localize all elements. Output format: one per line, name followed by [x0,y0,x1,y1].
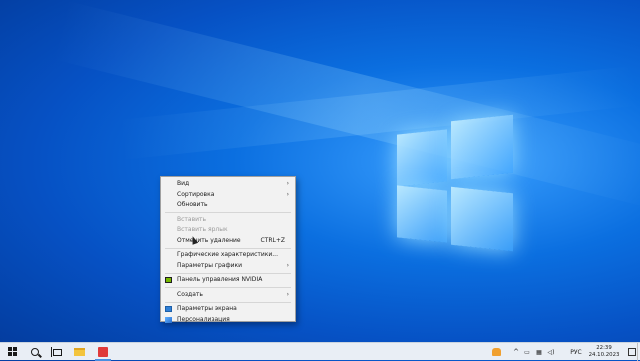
clock[interactable]: 22:39 24.10.2023 [585,343,623,361]
chevron-right-icon: › [286,180,289,187]
menu-item-paste-shortcut[interactable]: Вставить ярлык [161,225,295,236]
battery-icon: ▭ [524,348,530,356]
chevron-up-icon: ^ [513,348,519,356]
menu-item-label: Отменить удаление [177,236,241,244]
start-button[interactable] [2,343,24,361]
app-icon [98,347,108,357]
menu-separator [165,272,291,274]
clock-date: 24.10.2023 [588,352,620,358]
logo-pane [397,185,447,243]
logo-pane [451,186,513,252]
nvidia-icon [165,277,172,283]
chevron-right-icon: › [286,190,289,198]
menu-item-label: Персонализация [177,315,230,323]
display-settings-icon [165,306,172,312]
show-hidden-icons-button[interactable]: ^ [512,343,520,361]
desktop-context-menu: Вид › Сортировка › Обновить Вставить Вст… [160,176,296,323]
language-label: РУС [570,348,582,356]
logo-pane [451,114,513,180]
file-explorer-button[interactable] [68,343,90,361]
menu-item-display-settings[interactable]: Параметры экрана [161,304,295,315]
chevron-right-icon: › [286,290,289,298]
desktop[interactable]: Вид › Сортировка › Обновить Вставить Вст… [0,0,640,342]
tray-network[interactable]: ▦ [534,343,544,361]
menu-item-label: Панель управления NVIDIA [177,276,263,283]
menu-item-label: Вставить ярлык [177,226,228,233]
start-icon [8,347,18,357]
notification-icon [628,348,636,356]
clock-time: 22:39 [596,345,612,351]
menu-item-new[interactable]: Создать › [161,290,295,301]
task-view-icon [50,346,62,357]
pinned-app-button[interactable] [92,343,114,361]
menu-item-nvidia-control-panel[interactable]: Панель управления NVIDIA [161,275,295,286]
user-icon [491,348,501,356]
menu-item-personalize[interactable]: Персонализация [161,315,295,326]
search-button[interactable] [24,343,46,361]
personalize-icon [165,316,172,323]
menu-item-sort[interactable]: Сортировка › [161,190,295,201]
menu-item-label: Обновить [177,201,208,208]
menu-item-label: Графические характеристики... [177,251,279,258]
language-indicator[interactable]: РУС [566,343,586,361]
menu-item-undo-delete[interactable]: Отменить удаление CTRL+Z [161,236,295,247]
task-view-button[interactable] [46,343,68,361]
tray-battery[interactable]: ▭ [522,343,532,361]
tray-volume[interactable]: ◁) [546,343,556,361]
volume-icon: ◁) [547,348,555,356]
chevron-right-icon: › [286,261,289,269]
menu-separator [165,247,291,249]
menu-item-graphics-properties[interactable]: Графические характеристики... [161,250,295,261]
menu-item-shortcut: CTRL+Z [260,236,285,244]
menu-item-label: Параметры графики [177,261,243,269]
menu-item-paste[interactable]: Вставить [161,215,295,226]
menu-item-graphics-options[interactable]: Параметры графики › [161,261,295,272]
tray-user-button[interactable] [488,343,504,361]
menu-item-label: Вид [177,180,190,187]
menu-item-label: Создать [177,290,203,298]
logo-pane [397,129,447,187]
menu-separator [165,212,291,213]
folder-icon [73,348,85,356]
menu-item-view[interactable]: Вид › [161,179,295,190]
search-icon [31,348,39,356]
windows-logo-wallpaper [397,114,515,252]
menu-item-refresh[interactable]: Обновить [161,200,295,211]
menu-item-label: Параметры экрана [177,305,237,312]
menu-item-label: Вставить [177,215,207,223]
menu-separator [165,287,291,288]
menu-item-label: Сортировка [177,190,215,198]
network-icon: ▦ [536,348,542,356]
menu-separator [165,301,291,303]
taskbar: ^ ▭ ▦ ◁) РУС 22:39 24.10.2023 [0,342,640,361]
